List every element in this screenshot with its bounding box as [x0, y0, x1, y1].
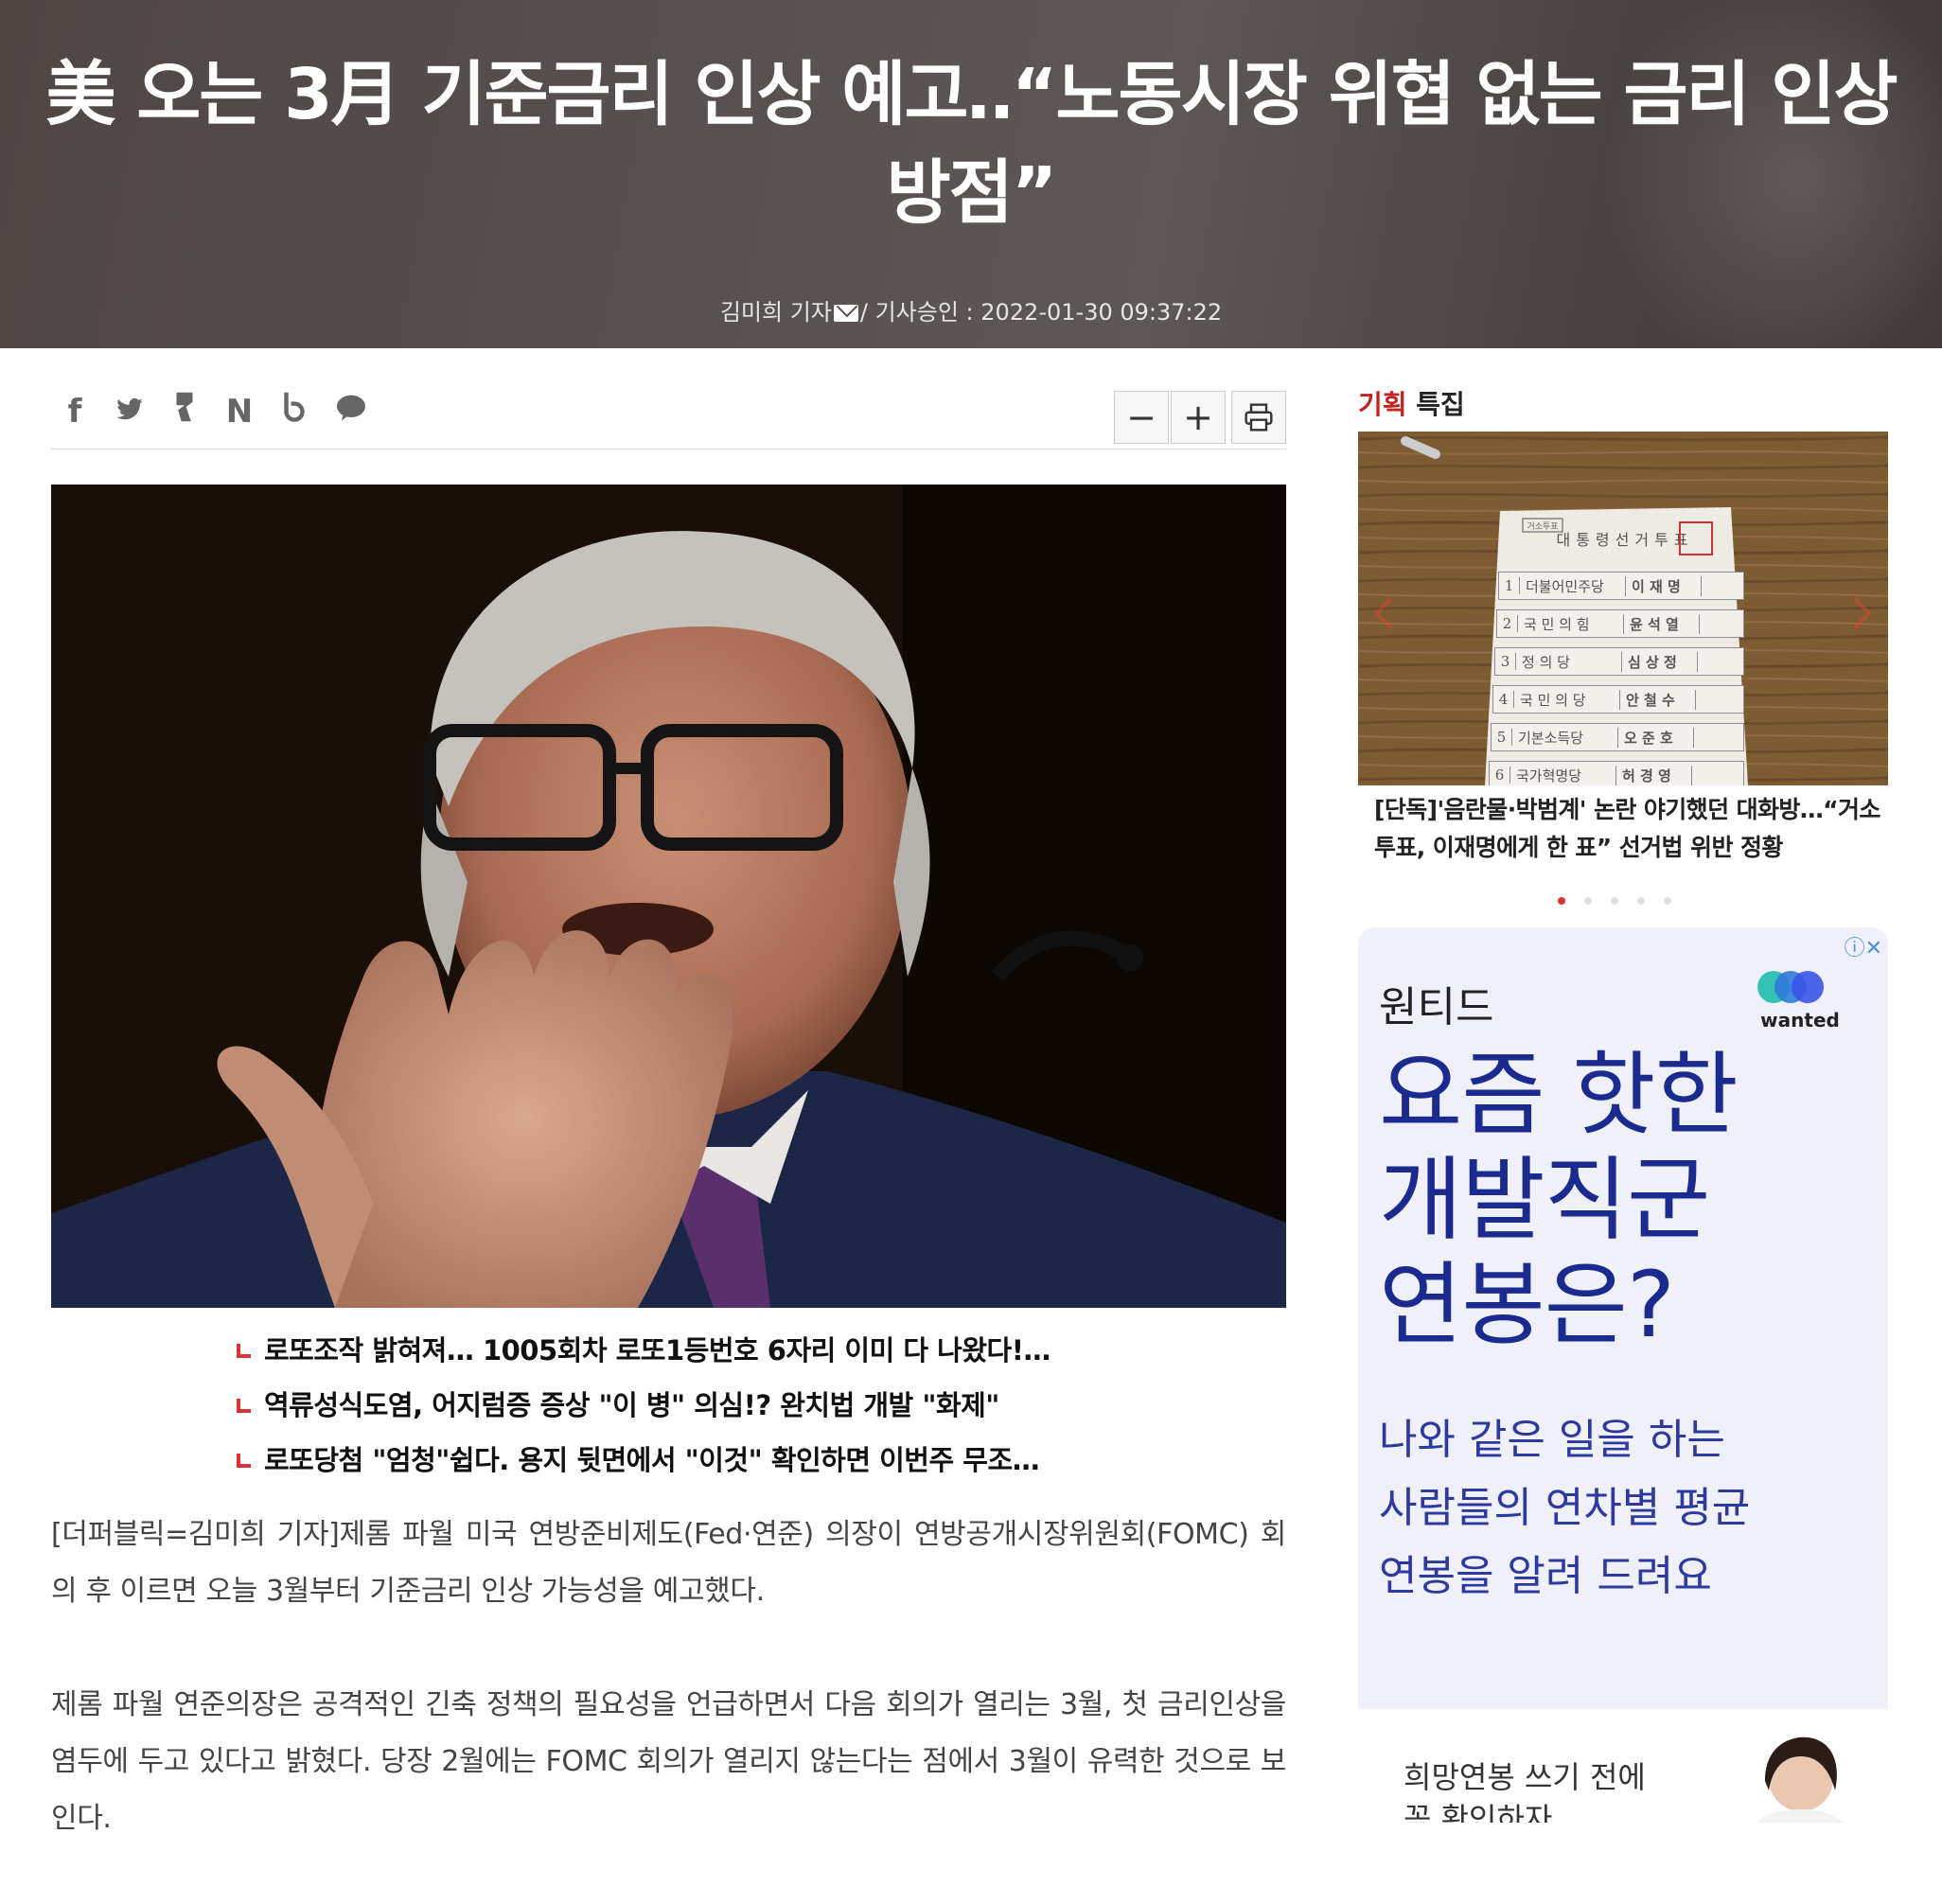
email-icon[interactable]: [833, 305, 858, 322]
facebook-icon[interactable]: f: [61, 391, 89, 433]
ballot-tag: 거소투표: [1527, 521, 1558, 532]
ballot-title: 대통령선거투표: [1556, 531, 1693, 549]
band-icon[interactable]: [280, 391, 309, 433]
ad-person-image: [1757, 1737, 1844, 1823]
ad-subtext: 나와 같은 일을 하는 사람들의 연차별 평균 연봉을 알려 드려요: [1379, 1406, 1750, 1611]
carousel-dots: [1558, 897, 1671, 905]
ballot-cell: 이 재 명: [1626, 575, 1702, 596]
ballot-row: 3정 의 당심 상 정: [1494, 647, 1744, 676]
ad2-text: 희망연봉 쓰기 전에 꼭 확인하자: [1404, 1756, 1646, 1823]
ad-headline-line: 개발직군: [1379, 1147, 1710, 1253]
approval-time: / 기사승인 : 2022-01-30 09:37:22: [859, 299, 1223, 326]
zoom-in-button[interactable]: +: [1171, 391, 1226, 444]
carousel-dot[interactable]: [1611, 897, 1618, 905]
ad-brand: 원티드: [1379, 983, 1494, 1031]
feature-caption[interactable]: [단독]'음란물·박범계' 논란 야기했던 대화방…“거소투표, 이재명에게 한…: [1374, 791, 1885, 867]
ad-headline-line: 연봉은?: [1379, 1252, 1675, 1358]
ballot-cell: 허 경 영: [1616, 765, 1692, 785]
related-link[interactable]: 역류성식도염, 어지럼증 증상 "이 병" 의심!? 완치법 개발 "화제": [237, 1378, 1050, 1433]
ad-subtext-line: 사람들의 연차별 평균: [1379, 1484, 1751, 1532]
article-body: [더퍼블릭=김미희 기자]제롬 파월 미국 연방준비제도(Fed·연준) 의장이…: [51, 1507, 1286, 1904]
carousel-dot[interactable]: [1637, 897, 1645, 905]
ballot-cell: 윤 석 열: [1624, 613, 1700, 634]
ballot-cell: 2: [1497, 615, 1518, 632]
printer-icon: [1245, 403, 1273, 432]
naver-icon[interactable]: N: [225, 391, 254, 433]
ballot-row: 6 국가혁명당 허 경 영: [1489, 761, 1744, 785]
body-paragraph: [더퍼블릭=김미희 기자]제롬 파월 미국 연방준비제도(Fed·연준) 의장이…: [51, 1518, 1286, 1608]
article-photo: [51, 485, 1286, 1308]
body-paragraph: 제롬 파월 연준의장은 공격적인 긴축 정책의 필요성을 언급하면서 다음 회의…: [51, 1688, 1286, 1835]
ad2-text-line: 희망연봉 쓰기 전에: [1404, 1759, 1646, 1795]
carousel-dot[interactable]: [1558, 897, 1565, 905]
related-link[interactable]: 로또당첨 "엄청"쉽다. 용지 뒷면에서 "이것" 확인하면 이번주 무조…: [237, 1433, 1050, 1488]
twitter-icon[interactable]: [115, 391, 144, 433]
sidebar-section-title: 기획 특집: [1358, 384, 1465, 422]
zoom-out-button[interactable]: −: [1114, 391, 1169, 444]
share-bar: f N: [61, 391, 365, 433]
related-link[interactable]: 로또조작 밝혀져… 1005회차 로또1등번호 6자리 이미 다 나왔다!…: [237, 1323, 1050, 1378]
ballot-cell: 3: [1495, 653, 1516, 670]
section-title-text: 특집: [1406, 389, 1465, 420]
ballot-rows: 1 더불어민주당 이 재 명2국 민 의 힘윤 석 열3정 의 당심 상 정4국 민…: [1489, 572, 1744, 785]
carousel-dot[interactable]: [1584, 897, 1592, 905]
ballot-cell: 더불어민주당: [1520, 575, 1626, 596]
ballot-cell: 기본소득당: [1512, 727, 1618, 748]
carousel-dot[interactable]: [1664, 897, 1671, 905]
byline: 김미희 기자 / 기사승인 : 2022-01-30 09:37:22: [0, 293, 1942, 326]
ballot-cell: 1: [1499, 577, 1520, 594]
ad-headline: 요즘 핫한 개발직군 연봉은?: [1379, 1042, 1739, 1358]
ad-card-secondary[interactable]: 희망연봉 쓰기 전에 꼭 확인하자: [1358, 1709, 1888, 1823]
section-title-accent: 기획: [1358, 389, 1407, 420]
ballot-cell: 4: [1493, 691, 1514, 708]
kakaostory-icon[interactable]: [170, 391, 199, 433]
wanted-logo-text: wanted: [1760, 1009, 1840, 1031]
ballot-row: 4국 민 의 당안 철 수: [1492, 685, 1744, 714]
article-header: 美 오는 3月 기준금리 인상 예고‥“노동시장 위협 없는 금리 인상 방점”…: [0, 0, 1942, 348]
ballot-cell: 심 상 정: [1622, 651, 1698, 672]
reporter-name[interactable]: 김미희 기자: [720, 299, 832, 326]
ballot-cell: 오 준 호: [1618, 727, 1694, 748]
article-headline: 美 오는 3月 기준금리 인상 예고‥“노동시장 위협 없는 금리 인상 방점”: [19, 45, 1923, 242]
ad-subtext-line: 나와 같은 일을 하는: [1379, 1416, 1725, 1464]
ballot-row: 2국 민 의 힘윤 석 열: [1496, 609, 1744, 638]
ballot-cell: 6: [1490, 767, 1510, 784]
related-links: 로또조작 밝혀져… 1005회차 로또1등번호 6자리 이미 다 나왔다!… 역…: [237, 1323, 1050, 1488]
headline-line-1: 美 오는 3月 기준금리 인상 예고‥“노동시장 위협 없는 금리 인상: [45, 54, 1898, 135]
ballot-cell: 정 의 당: [1516, 651, 1622, 672]
wanted-logo: wanted: [1757, 971, 1843, 1031]
article-toolbar: f N − +: [51, 383, 1286, 450]
ballot-cell: 국가혁명당: [1510, 765, 1616, 785]
feature-thumbnail[interactable]: 거소투표 대통령선거투표 1 더불어민주당 이 재 명 2국 민 의 힘윤 석 열 3정…: [1358, 432, 1888, 785]
ad-subtext-line: 연봉을 알려 드려요: [1379, 1552, 1712, 1600]
ad-close-icon[interactable]: ⓘ✕: [1845, 931, 1882, 961]
ballot-cell: 국 민 의 당: [1514, 689, 1620, 710]
kakaotalk-icon[interactable]: [335, 391, 365, 433]
ballot-cell: 5: [1492, 729, 1512, 746]
ballot-row: 1 더불어민주당 이 재 명: [1498, 572, 1744, 600]
print-button[interactable]: [1231, 391, 1286, 444]
ad2-text-line: 꼭 확인하자: [1404, 1801, 1553, 1823]
ad-card-wanted[interactable]: ⓘ✕ 원티드 wanted 요즘 핫한 개발직군 연봉은? 나와 같은 일을 하…: [1358, 927, 1888, 1709]
advertisement[interactable]: ⓘ✕ 원티드 wanted 요즘 핫한 개발직군 연봉은? 나와 같은 일을 하…: [1358, 927, 1888, 1823]
ad-headline-line: 요즘 핫한: [1379, 1042, 1739, 1148]
headline-line-2: 방점”: [886, 152, 1058, 234]
ballot-cell: 안 철 수: [1620, 689, 1696, 710]
text-size-controls: − +: [1114, 391, 1286, 444]
ballot-row: 5 기본소득당 오 준 호: [1491, 723, 1744, 751]
ballot-cell: 국 민 의 힘: [1518, 613, 1624, 634]
